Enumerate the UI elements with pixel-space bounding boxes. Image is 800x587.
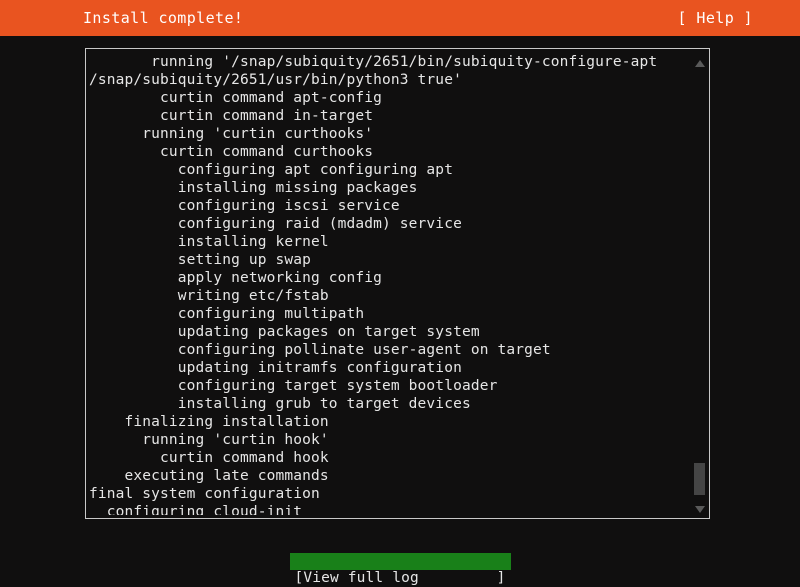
install-log-panel: running '/snap/subiquity/2651/bin/subiqu… (85, 48, 710, 519)
header-bar: Install complete! [ Help ] (0, 0, 800, 36)
log-line: setting up swap (89, 252, 311, 268)
scroll-up-arrow-icon[interactable] (695, 60, 705, 67)
log-line: running 'curtin curthooks' (89, 126, 374, 142)
log-line: running '/snap/subiquity/2651/bin/subiqu… (89, 54, 658, 70)
installer-screen: Install complete! [ Help ] running '/sna… (0, 0, 800, 587)
log-line: executing late commands (89, 468, 329, 484)
log-line: apply networking config (89, 270, 383, 286)
log-line: updating packages on target system (89, 324, 480, 340)
log-line: configuring iscsi service (89, 198, 400, 214)
help-button[interactable]: [ Help ] (678, 9, 753, 27)
log-line: curtin command hook (89, 450, 329, 466)
page-title: Install complete! (83, 9, 244, 27)
button-row: [ View full log ] [ Cancel update and re… (0, 536, 800, 586)
log-line: writing etc/fstab (89, 288, 329, 304)
log-line: configuring pollinate user-agent on targ… (89, 342, 551, 358)
log-line: configuring cloud-init (89, 504, 303, 515)
scrollbar-thumb[interactable] (694, 463, 705, 495)
main-body: running '/snap/subiquity/2651/bin/subiqu… (0, 36, 800, 587)
log-line: /snap/subiquity/2651/usr/bin/python3 tru… (89, 72, 462, 88)
log-line: configuring target system bootloader (89, 378, 498, 394)
log-line: installing missing packages (89, 180, 418, 196)
log-line: installing kernel (89, 234, 329, 250)
log-line: configuring apt configuring apt (89, 162, 454, 178)
view-full-log-spacer (419, 570, 497, 587)
scroll-down-arrow-icon[interactable] (695, 506, 705, 513)
log-line: configuring raid (mdadm) service (89, 216, 462, 232)
log-line: running 'curtin hook' (89, 432, 329, 448)
log-line: configuring multipath (89, 306, 365, 322)
install-log-text: running '/snap/subiquity/2651/bin/subiqu… (89, 53, 681, 515)
view-full-log-button[interactable]: [ View full log ] (290, 536, 511, 586)
log-line: curtin command apt-config (89, 90, 383, 106)
log-scrollbar[interactable] (692, 50, 708, 518)
log-line: curtin command curthooks (89, 144, 374, 160)
log-line: final system configuration (89, 486, 320, 502)
log-line: finalizing installation (89, 414, 329, 430)
log-line: installing grub to target devices (89, 396, 471, 412)
view-full-log-close-bracket: ] (496, 570, 506, 586)
log-line: curtin command in-target (89, 108, 374, 124)
log-line: updating initramfs configuration (89, 360, 462, 376)
